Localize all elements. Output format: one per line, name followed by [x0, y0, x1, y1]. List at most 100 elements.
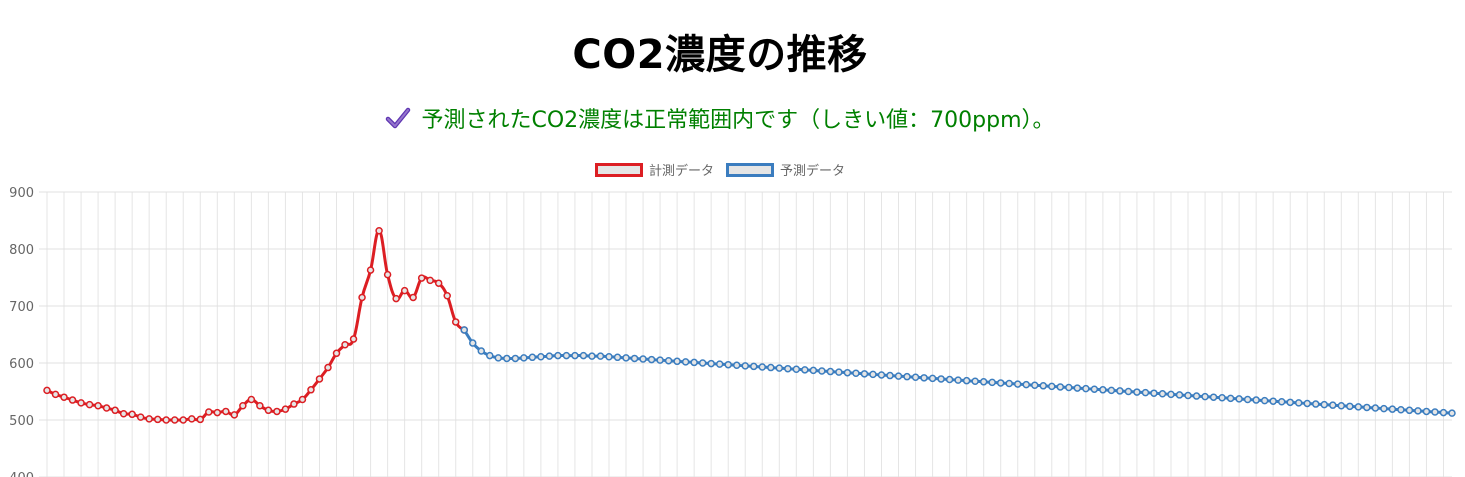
- data-point-1-70[interactable]: [1056, 383, 1065, 391]
- data-point-1-17[interactable]: [605, 352, 613, 361]
- data-point-0-23[interactable]: [239, 402, 247, 410]
- data-point-0-8[interactable]: [111, 406, 119, 415]
- data-point-1-99[interactable]: [1303, 399, 1311, 408]
- data-point-1-27[interactable]: [690, 358, 698, 367]
- data-point-0-12[interactable]: [145, 415, 153, 423]
- data-point-1-65[interactable]: [1013, 380, 1022, 388]
- data-point-1-112[interactable]: [1414, 407, 1422, 415]
- data-point-1-63[interactable]: [996, 379, 1005, 387]
- data-point-1-72[interactable]: [1073, 384, 1082, 392]
- data-point-0-45[interactable]: [426, 276, 434, 285]
- data-point-1-54[interactable]: [920, 374, 928, 382]
- data-point-1-52[interactable]: [903, 372, 911, 381]
- data-point-1-100[interactable]: [1312, 400, 1320, 408]
- data-point-1-21[interactable]: [639, 355, 647, 363]
- data-point-1-73[interactable]: [1082, 384, 1090, 393]
- data-point-1-64[interactable]: [1005, 379, 1013, 388]
- data-point-1-31[interactable]: [724, 360, 732, 369]
- data-point-1-92[interactable]: [1243, 395, 1252, 404]
- data-point-1-53[interactable]: [911, 373, 920, 381]
- data-point-0-7[interactable]: [102, 404, 111, 412]
- data-point-1-106[interactable]: [1363, 403, 1371, 412]
- data-point-1-9[interactable]: [537, 352, 545, 361]
- data-point-1-93[interactable]: [1252, 396, 1260, 404]
- data-point-1-78[interactable]: [1124, 387, 1133, 396]
- data-point-0-36[interactable]: [349, 335, 358, 343]
- data-point-1-76[interactable]: [1107, 386, 1116, 395]
- data-point-1-36[interactable]: [767, 363, 775, 372]
- data-point-0-3[interactable]: [68, 396, 77, 404]
- data-point-1-4[interactable]: [494, 354, 503, 362]
- data-point-1-67[interactable]: [1031, 381, 1039, 389]
- data-point-0-10[interactable]: [128, 410, 136, 419]
- data-point-1-46[interactable]: [852, 369, 860, 378]
- data-point-0-33[interactable]: [324, 363, 332, 372]
- data-point-1-105[interactable]: [1354, 403, 1363, 411]
- data-point-1-40[interactable]: [801, 366, 809, 374]
- data-point-0-38[interactable]: [366, 266, 375, 274]
- data-point-0-17[interactable]: [188, 415, 196, 423]
- data-point-0-37[interactable]: [358, 293, 366, 302]
- data-point-0-29[interactable]: [290, 400, 298, 408]
- data-point-1-114[interactable]: [1431, 408, 1439, 416]
- data-point-1-34[interactable]: [750, 362, 758, 371]
- data-point-1-77[interactable]: [1116, 387, 1124, 395]
- data-point-1-84[interactable]: [1175, 391, 1184, 399]
- data-point-1-89[interactable]: [1218, 394, 1226, 402]
- data-point-1-7[interactable]: [520, 354, 528, 362]
- data-point-0-21[interactable]: [222, 407, 230, 416]
- data-point-1-69[interactable]: [1048, 382, 1056, 391]
- legend-item-predicted[interactable]: 予測データ: [726, 160, 845, 179]
- data-point-0-40[interactable]: [383, 270, 392, 279]
- data-point-0-39[interactable]: [375, 227, 383, 235]
- data-point-1-48[interactable]: [869, 370, 877, 379]
- data-point-0-28[interactable]: [281, 405, 290, 413]
- data-point-1-19[interactable]: [622, 354, 630, 362]
- data-point-0-42[interactable]: [400, 286, 409, 295]
- data-point-0-31[interactable]: [307, 386, 315, 394]
- data-point-1-23[interactable]: [656, 356, 664, 364]
- data-point-1-86[interactable]: [1192, 392, 1201, 400]
- data-point-1-30[interactable]: [715, 360, 724, 368]
- data-point-1-8[interactable]: [528, 353, 537, 362]
- data-point-1-56[interactable]: [937, 375, 945, 383]
- data-point-1-15[interactable]: [588, 352, 596, 360]
- data-point-0-43[interactable]: [409, 293, 417, 302]
- data-point-1-115[interactable]: [1439, 408, 1448, 417]
- data-point-1-116[interactable]: [1448, 409, 1456, 417]
- data-point-1-0[interactable]: [460, 326, 468, 334]
- data-point-0-5[interactable]: [85, 400, 94, 409]
- data-point-1-71[interactable]: [1065, 383, 1073, 392]
- data-point-0-26[interactable]: [264, 406, 273, 415]
- data-point-1-68[interactable]: [1039, 382, 1048, 390]
- data-point-1-37[interactable]: [775, 364, 784, 372]
- data-point-1-13[interactable]: [571, 351, 579, 360]
- data-point-1-60[interactable]: [971, 377, 979, 385]
- data-point-0-16[interactable]: [179, 416, 187, 424]
- data-point-0-14[interactable]: [162, 416, 170, 424]
- data-point-1-82[interactable]: [1158, 390, 1167, 398]
- data-point-1-91[interactable]: [1235, 395, 1243, 403]
- data-point-1-14[interactable]: [579, 351, 588, 360]
- data-point-1-28[interactable]: [698, 359, 707, 367]
- data-point-1-2[interactable]: [477, 347, 486, 355]
- data-point-0-32[interactable]: [315, 375, 324, 383]
- data-point-1-81[interactable]: [1150, 389, 1158, 397]
- data-point-0-11[interactable]: [136, 413, 145, 421]
- data-point-1-66[interactable]: [1022, 380, 1030, 389]
- data-point-1-20[interactable]: [630, 354, 639, 363]
- data-point-1-62[interactable]: [988, 378, 996, 387]
- data-point-1-51[interactable]: [894, 372, 903, 380]
- data-point-1-79[interactable]: [1133, 388, 1141, 396]
- data-point-0-24[interactable]: [247, 395, 256, 404]
- data-point-1-24[interactable]: [664, 356, 673, 365]
- data-point-0-41[interactable]: [392, 294, 400, 303]
- data-point-1-103[interactable]: [1337, 402, 1346, 410]
- data-point-0-34[interactable]: [332, 349, 341, 358]
- data-point-0-19[interactable]: [205, 408, 213, 416]
- data-point-1-39[interactable]: [792, 365, 801, 374]
- data-point-1-10[interactable]: [545, 352, 554, 360]
- data-point-1-98[interactable]: [1294, 399, 1303, 407]
- data-point-0-25[interactable]: [256, 402, 264, 410]
- data-point-1-55[interactable]: [928, 374, 937, 383]
